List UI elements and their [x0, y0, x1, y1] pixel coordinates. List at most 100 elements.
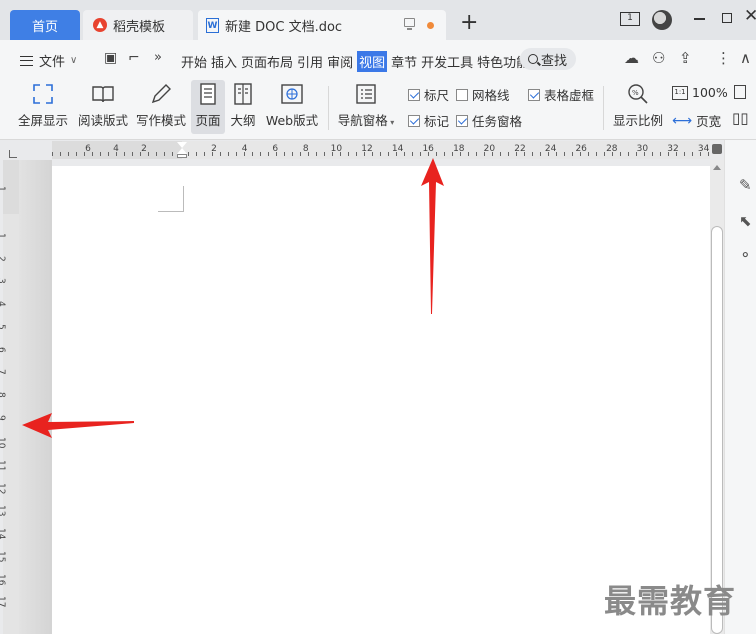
gridlines-check-box[interactable] — [456, 88, 468, 101]
more-icon[interactable]: » — [154, 50, 162, 65]
ruler-label: 标尺 — [424, 88, 450, 103]
scroll-up-icon[interactable] — [713, 165, 721, 170]
multi-page-icon[interactable]: ▯▯ — [732, 109, 749, 127]
nav-pane-icon — [354, 82, 378, 106]
new-tab-button[interactable]: + — [460, 12, 478, 34]
cloud-sync-icon[interactable]: ☁ — [624, 49, 639, 67]
save-icon[interactable]: ▣ — [104, 50, 117, 66]
monitor-icon[interactable] — [404, 18, 415, 30]
format-painter-icon[interactable]: ⌐ — [128, 50, 140, 66]
search-button[interactable]: 查找 — [520, 48, 576, 70]
ruler-label: 2 — [0, 256, 6, 262]
tab-home[interactable]: 首页 — [10, 10, 80, 40]
nav-pane-button[interactable]: 导航窗格 ▾ — [336, 80, 396, 134]
chevron-down-icon: ∨ — [70, 55, 78, 66]
ruler-label: 2 — [211, 144, 217, 154]
zoom-100-button[interactable]: 1:1 100% — [672, 85, 728, 100]
scroll-thumb[interactable] — [711, 226, 723, 634]
ruler-label: 17 — [0, 596, 6, 608]
ruler-label: 24 — [544, 144, 557, 154]
task-pane-checkbox[interactable]: 任务窗格 — [456, 111, 522, 130]
menu-item-chapter[interactable]: 章节 — [391, 51, 417, 72]
more-options-icon[interactable]: ⋮ — [716, 49, 731, 67]
collapse-ribbon-icon[interactable]: ∧ — [740, 49, 751, 67]
settings-sliders-icon[interactable]: ⚬ — [739, 246, 752, 264]
tab-template[interactable]: ▲ 稻壳模板 — [83, 10, 193, 40]
menu-item-insert[interactable]: 插入 — [211, 51, 237, 72]
zoom-100-label: 100% — [692, 85, 728, 100]
ruler-label: 22 — [514, 144, 526, 154]
ruler-label: 28 — [606, 144, 618, 154]
zoom-button[interactable]: % 显示比例 — [610, 80, 666, 134]
outline-label: 大纲 — [230, 113, 256, 128]
single-page-icon[interactable] — [734, 85, 750, 99]
unsaved-dot-icon — [427, 22, 434, 29]
close-icon[interactable]: ✕ — [744, 6, 756, 26]
outline-button[interactable]: 大纲 — [228, 80, 258, 134]
ruler-label: 14 — [391, 144, 404, 154]
outline-icon — [231, 82, 255, 106]
tab-stop-selector[interactable] — [9, 150, 17, 158]
ruler-label: 11 — [0, 460, 6, 472]
web-layout-button[interactable]: Web版式 — [264, 80, 320, 134]
menu-item-references[interactable]: 引用 — [297, 51, 323, 72]
write-mode-label: 写作模式 — [135, 113, 186, 128]
ruler-label: 10 — [330, 144, 343, 154]
indent-marker[interactable] — [177, 141, 187, 159]
edit-icon[interactable]: ✎ — [739, 176, 752, 194]
marks-checkbox[interactable]: 标记 — [408, 111, 449, 130]
write-mode-button[interactable]: 写作模式 — [134, 80, 188, 134]
page-width-label: 页宽 — [696, 114, 722, 129]
zoom-label: 显示比例 — [612, 113, 663, 128]
ruler-toggle-icon[interactable] — [712, 144, 722, 154]
menu-item-developer[interactable]: 开发工具 — [421, 51, 473, 72]
user-add-icon[interactable]: ⚇ — [652, 49, 665, 67]
table-gridlines-check-box[interactable] — [528, 88, 540, 101]
file-menu-button[interactable]: 文件 ∨ — [20, 51, 77, 70]
page-icon — [196, 82, 220, 106]
avatar[interactable] — [652, 10, 672, 30]
ruler-label: 26 — [575, 144, 587, 154]
vertical-scrollbar[interactable] — [710, 160, 724, 634]
page-width-button[interactable]: ⟷ 页宽 — [672, 111, 721, 130]
ruler-label: 4 — [241, 144, 248, 154]
web-layout-label: Web版式 — [265, 113, 319, 128]
ruler-label: 18 — [453, 144, 465, 154]
page-view-label: 页面 — [195, 113, 221, 128]
gridlines-checkbox[interactable]: 网格线 — [456, 85, 510, 104]
ribbon-separator — [328, 86, 329, 130]
task-pane-label: 任务窗格 — [472, 114, 523, 129]
marks-check-box[interactable] — [408, 114, 420, 127]
fullscreen-label: 全屏显示 — [17, 113, 68, 128]
web-page-icon — [280, 82, 304, 106]
ruler-checkbox[interactable]: 标尺 — [408, 85, 449, 104]
share-icon[interactable]: ⇪ — [679, 49, 692, 67]
ruler-label: 6 — [0, 347, 6, 353]
tab-document[interactable]: W 新建 DOC 文档.doc — [198, 10, 446, 41]
task-pane-check-box[interactable] — [456, 114, 468, 127]
menu-item-view[interactable]: 视图 — [357, 51, 388, 72]
ruler-text-area — [182, 141, 710, 159]
fullscreen-button[interactable]: 全屏显示 — [14, 80, 72, 134]
maximize-icon[interactable] — [722, 13, 732, 23]
menu-items: 开始 插入 页面布局 引用 审阅 视图 章节 开发工具 特色功能 — [181, 51, 533, 72]
menu-item-start[interactable]: 开始 — [181, 51, 207, 72]
read-mode-label: 阅读版式 — [77, 113, 128, 128]
read-mode-button[interactable]: 阅读版式 — [76, 80, 130, 134]
ruler-text-area — [3, 214, 19, 634]
gridlines-label: 网格线 — [472, 88, 510, 103]
ruler-check-box[interactable] — [408, 88, 420, 101]
ruler-label: 13 — [0, 505, 6, 517]
minimize-icon[interactable] — [694, 18, 705, 20]
table-gridlines-checkbox[interactable]: 表格虚框 — [528, 85, 594, 104]
page-view-button[interactable]: 页面 — [191, 80, 225, 134]
cursor-icon[interactable]: ⬉ — [739, 212, 752, 230]
ruler-label: 32 — [667, 144, 679, 154]
menu-bar: 文件 ∨ ▣ ⌐ » 开始 插入 页面布局 引用 审阅 视图 章节 开发工具 特… — [0, 40, 756, 78]
document-page[interactable] — [52, 166, 710, 634]
menu-item-review[interactable]: 审阅 — [327, 51, 353, 72]
menu-item-page-layout[interactable]: 页面布局 — [241, 51, 293, 72]
ruler-label: 6 — [85, 144, 91, 154]
red-arrow-up-icon — [421, 158, 444, 314]
window-count-badge[interactable]: 1 — [620, 12, 640, 26]
